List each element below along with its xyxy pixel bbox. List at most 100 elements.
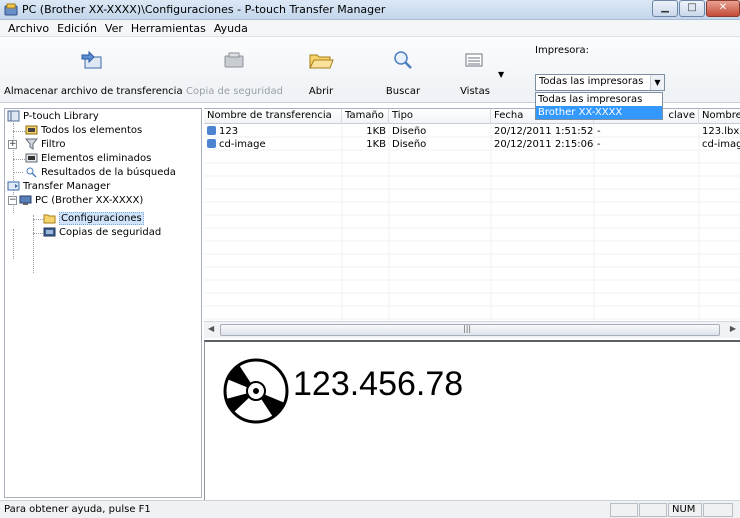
deleted-items-icon xyxy=(25,153,38,163)
tree-item-label: Filtro xyxy=(41,138,66,150)
label-file-icon xyxy=(207,126,216,135)
tree-item-transfer-manager[interactable]: Transfer Manager xyxy=(7,179,110,193)
close-button[interactable]: ✕ xyxy=(706,0,740,17)
close-icon: ✕ xyxy=(718,2,728,13)
open-folder-icon xyxy=(309,54,334,69)
printer-label: Impresora: xyxy=(535,45,590,56)
row-type: Diseño xyxy=(392,126,427,137)
minimize-icon: ▁ xyxy=(661,2,669,13)
search-results-icon xyxy=(26,167,37,178)
column-header-name[interactable]: Nombre de transferencia xyxy=(204,109,342,124)
open-button[interactable]: Abrir xyxy=(296,43,346,99)
cd-disc-icon xyxy=(223,358,289,424)
menu-archivo[interactable]: Archivo xyxy=(4,22,53,35)
printer-option-all[interactable]: Todas las impresoras xyxy=(536,93,662,106)
tree-item-label: Elementos eliminados xyxy=(41,152,152,164)
tree-item-pc[interactable]: PC (Brother XX-XXXX) xyxy=(19,193,143,207)
table-row[interactable]: cd-image 1KB Diseño 20/12/2011 2:15:06 -… xyxy=(204,138,740,151)
tree-item-label: P-touch Library xyxy=(23,110,99,122)
maximize-button[interactable]: □ xyxy=(679,0,705,17)
minimize-button[interactable]: ▁ xyxy=(652,0,678,17)
grip-icon: ||| xyxy=(463,324,472,333)
views-button[interactable]: Vistas xyxy=(450,43,500,99)
row-key: - xyxy=(597,139,601,150)
table-row[interactable]: 123 1KB Diseño 20/12/2011 1:51:52 - 123.… xyxy=(204,125,740,138)
search-icon xyxy=(394,51,412,69)
chevron-down-icon[interactable]: ▼ xyxy=(650,75,664,90)
views-label: Vistas xyxy=(460,86,490,97)
tree-item-label: Configuraciones xyxy=(59,211,144,225)
column-header-type[interactable]: Tipo xyxy=(389,109,491,124)
transfer-manager-icon xyxy=(7,181,20,191)
status-num: NUM xyxy=(668,503,702,517)
scrollbar-thumb[interactable]: ||| xyxy=(220,324,720,336)
library-icon xyxy=(7,110,20,122)
row-type: Diseño xyxy=(392,139,427,150)
tree-item-label: PC (Brother XX-XXXX) xyxy=(35,194,144,206)
printer-dropdown-list: Todas las impresoras Brother XX-XXXX xyxy=(535,92,663,120)
printer-select[interactable]: Todas las impresoras ▼ xyxy=(535,74,665,91)
backup-label: Copia de seguridad xyxy=(186,86,283,97)
navigation-tree: P-touch Library Todos los elementos + Fi… xyxy=(4,108,202,498)
app-icon xyxy=(4,3,18,16)
pc-icon xyxy=(19,195,32,205)
filter-icon xyxy=(25,138,38,150)
status-pane-2 xyxy=(639,503,667,517)
status-message: Para obtener ayuda, pulse F1 xyxy=(4,504,151,515)
scroll-left-icon[interactable]: ◀ xyxy=(208,324,214,333)
tree-item-label: Copias de seguridad xyxy=(59,226,162,238)
row-date: 20/12/2011 2:15:06 xyxy=(494,139,594,150)
menu-ver[interactable]: Ver xyxy=(101,22,127,35)
tree-item-all-elements[interactable]: Todos los elementos xyxy=(25,123,142,137)
row-file: cd-imag xyxy=(702,139,740,150)
title-bar: PC (Brother XX-XXXX)\Configuraciones - P… xyxy=(0,0,740,20)
search-button[interactable]: Buscar xyxy=(378,43,428,99)
status-pane-1 xyxy=(610,503,638,517)
search-label: Buscar xyxy=(385,86,421,97)
row-name: 123 xyxy=(219,126,239,137)
row-name: cd-image xyxy=(219,139,266,150)
tree-item-deleted[interactable]: Elementos eliminados xyxy=(25,151,151,165)
column-header-size[interactable]: Tamaño xyxy=(342,109,389,124)
tree-item-backups[interactable]: Copias de seguridad xyxy=(43,225,161,239)
horizontal-scrollbar[interactable]: ◀ ||| ▶ xyxy=(204,321,740,338)
menu-ayuda[interactable]: Ayuda xyxy=(210,22,252,35)
preview-text: 123.456.78 xyxy=(293,365,464,403)
preview-pane: 123.456.78 xyxy=(204,340,740,500)
window-title: PC (Brother XX-XXXX)\Configuraciones - P… xyxy=(22,3,386,16)
row-key: - xyxy=(597,126,601,137)
tree-item-label: Resultados de la búsqueda xyxy=(41,166,176,178)
open-label: Abrir xyxy=(308,86,334,97)
tree-item-label: Transfer Manager xyxy=(23,180,111,192)
tree-item-filter[interactable]: Filtro xyxy=(25,137,66,151)
printer-selected-value: Todas las impresoras xyxy=(539,76,644,87)
backup-button[interactable]: Copia de seguridad xyxy=(186,43,283,99)
views-dropdown-icon[interactable]: ▼ xyxy=(498,70,504,79)
label-file-icon xyxy=(207,139,216,148)
menu-edicion[interactable]: Edición xyxy=(53,22,101,35)
transfer-store-icon xyxy=(81,50,102,69)
transfer-list: Nombre de transferencia Tamaño Tipo Fech… xyxy=(204,108,740,338)
configurations-folder-icon xyxy=(43,214,56,224)
table-grid xyxy=(204,124,740,321)
backup-icon xyxy=(224,52,244,68)
column-header-file[interactable]: Nombre xyxy=(699,109,740,124)
menu-herramientas[interactable]: Herramientas xyxy=(127,22,210,35)
row-file: 123.lbx xyxy=(702,126,740,137)
status-pane-4 xyxy=(703,503,733,517)
store-transfer-label: Almacenar archivo de transferencia xyxy=(4,86,183,97)
tree-item-configurations[interactable]: Configuraciones xyxy=(43,211,144,225)
scroll-right-icon[interactable]: ▶ xyxy=(730,324,736,333)
row-size: 1KB xyxy=(366,126,386,137)
tree-item-label: Todos los elementos xyxy=(41,124,143,136)
store-transfer-button[interactable]: Almacenar archivo de transferencia xyxy=(4,43,183,99)
all-items-icon xyxy=(25,125,38,135)
tree-item-search-results[interactable]: Resultados de la búsqueda xyxy=(25,165,176,179)
expand-filter-icon[interactable]: + xyxy=(8,140,17,149)
collapse-pc-icon[interactable]: − xyxy=(8,196,17,205)
row-size: 1KB xyxy=(366,139,386,150)
menu-bar: Archivo Edición Ver Herramientas Ayuda xyxy=(0,20,740,37)
printer-option-brother[interactable]: Brother XX-XXXX xyxy=(536,106,662,119)
status-bar: Para obtener ayuda, pulse F1 NUM xyxy=(0,500,740,518)
tree-item-ptouch-library[interactable]: P-touch Library xyxy=(7,109,99,123)
